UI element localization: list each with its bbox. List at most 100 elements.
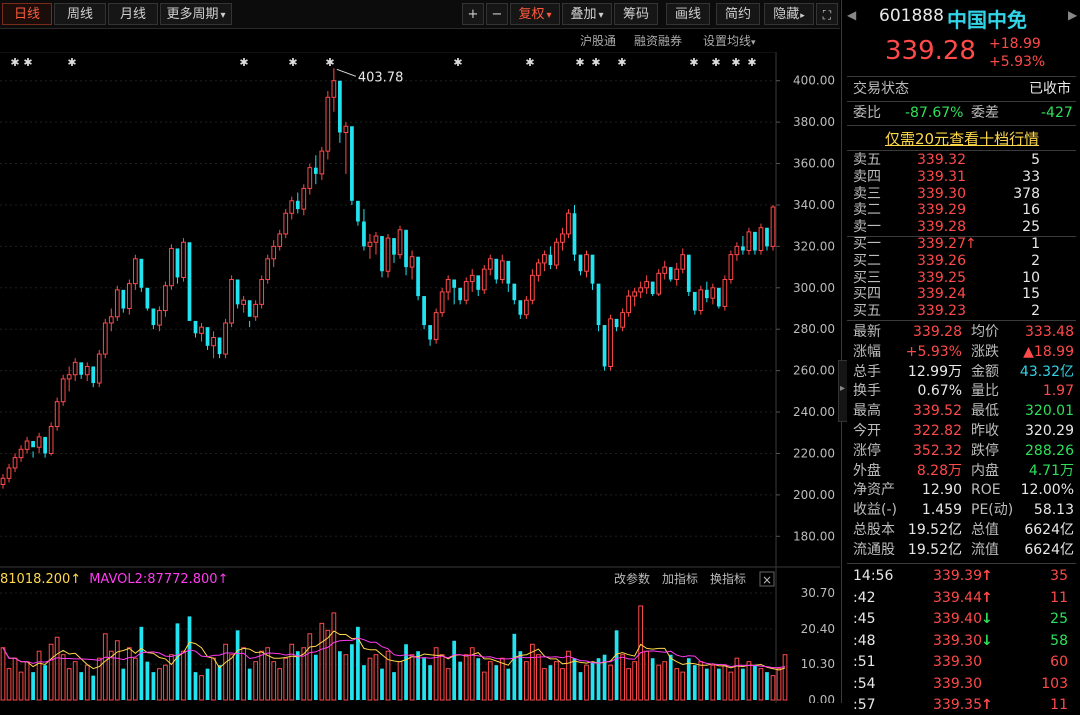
event-marker-icon[interactable]: ✱ <box>711 56 720 69</box>
tab-weekly[interactable]: 周线 <box>54 3 106 25</box>
event-marker-icon[interactable]: ✱ <box>288 56 297 69</box>
candle-body <box>499 260 505 281</box>
volume-bar <box>43 665 47 700</box>
ask-label: 卖四 <box>853 168 881 185</box>
candle-body <box>608 318 613 367</box>
event-marker-icon[interactable]: ✱ <box>591 56 600 69</box>
level10-promo-link[interactable]: 仅需20元查看十档行情 <box>885 128 1039 149</box>
candle-body <box>350 126 354 201</box>
stat-value: 6624亿 <box>1024 522 1074 538</box>
price-tick-label: 240.00 <box>793 405 835 419</box>
event-marker-icon[interactable]: ✱ <box>617 56 626 69</box>
ask-volume: 16 <box>1022 202 1040 219</box>
ask-price: 339.29 <box>917 202 966 219</box>
chips-button[interactable]: 筹码 <box>614 3 658 25</box>
kline-chart[interactable]: 400.00 380.00 360.00 340.00 320.00 300.00 280.… <box>0 52 840 703</box>
candle-body <box>596 283 601 326</box>
volume-bar <box>271 661 277 701</box>
volume-bar <box>307 633 313 701</box>
volume-bar <box>512 633 517 700</box>
event-marker-icon[interactable]: ✱ <box>689 56 698 69</box>
volume-bar <box>126 647 132 701</box>
tick-volume: 25 <box>1050 611 1068 627</box>
volume-bar <box>716 668 721 700</box>
candle-body <box>626 295 631 314</box>
event-marker-icon[interactable]: ✱ <box>23 56 32 69</box>
margin-trading-link[interactable]: 融资融券 <box>634 32 682 49</box>
volume-bar <box>710 664 716 701</box>
candle-body <box>102 322 108 355</box>
event-marker-icon[interactable]: ✱ <box>731 56 740 69</box>
adjust-button[interactable]: 复权 ▾ <box>510 3 560 25</box>
volume-bar <box>741 668 745 700</box>
volume-bar <box>746 661 752 701</box>
candle-body <box>770 206 776 247</box>
next-stock-icon[interactable]: ▶ <box>1068 8 1077 22</box>
stat-value: 6624亿 <box>1024 541 1074 558</box>
candle-body <box>463 281 469 301</box>
volume-bar <box>151 672 156 700</box>
volume-bar <box>680 671 686 701</box>
volume-bar <box>404 644 408 700</box>
candle-body <box>698 289 704 312</box>
candle-body <box>205 327 210 346</box>
volume-bar <box>765 672 769 700</box>
stat-row: 涨幅 +5.93% 涨跌 ▲18.99 <box>847 342 1076 362</box>
hk-connect-link[interactable]: 沪股通 <box>580 32 616 49</box>
candle-body <box>458 287 463 301</box>
tab-monthly[interactable]: 月线 <box>108 3 158 25</box>
indicator-button[interactable]: 加指标 <box>662 571 698 586</box>
candle-body <box>0 477 6 486</box>
volume-bar <box>253 661 259 701</box>
volume-bar <box>181 650 186 701</box>
volume-bar <box>157 668 162 701</box>
simple-button[interactable]: 简约 <box>716 3 760 25</box>
fullscreen-icon[interactable]: ⛶ <box>816 3 838 25</box>
volume-bar <box>662 661 668 701</box>
event-marker-icon[interactable]: ✱ <box>239 56 248 69</box>
bid-row: 买一 339.27 ↑ 1 <box>847 236 1076 253</box>
ma-settings-link[interactable]: 设置均线▾ <box>703 32 756 49</box>
volume-bar <box>626 668 631 701</box>
event-marker-icon[interactable]: ✱ <box>453 56 462 69</box>
event-marker-icon[interactable]: ✱ <box>325 56 334 69</box>
bid-label: 买四 <box>853 286 881 303</box>
prev-stock-icon[interactable]: ◀ <box>847 8 856 22</box>
bid-price: 339.24 <box>917 286 966 303</box>
volume-bar <box>452 640 457 700</box>
diff-value: -427 <box>1041 105 1073 121</box>
volume-bar <box>313 654 318 700</box>
stat-value: 339.52 <box>913 403 962 420</box>
stat-row: 最新 339.28 均价 333.48 <box>847 322 1076 342</box>
candle-body <box>572 213 577 255</box>
candle-body <box>373 235 379 243</box>
chevron-down-icon: ▾ <box>546 10 552 21</box>
bid-row: 买二 339.26 2 <box>847 253 1076 270</box>
volume-bar <box>458 661 463 700</box>
indicator-button[interactable]: 换指标 <box>710 571 746 586</box>
event-marker-icon[interactable]: ✱ <box>67 56 76 69</box>
overlay-button[interactable]: 叠加 ▾ <box>562 3 612 25</box>
period-toolbar: 日线 周线 月线 更多周期 ▾ + − 复权 ▾ 叠加 ▾ 筹码 画线 简约 隐藏▸ … <box>0 0 840 29</box>
price-change: +18.99 <box>989 36 1041 52</box>
volume-bar <box>439 654 445 701</box>
zoom-in-button[interactable]: + <box>462 3 484 25</box>
indicator-button[interactable]: 改参数 <box>614 571 650 586</box>
event-marker-icon[interactable]: ✱ <box>575 56 584 69</box>
tab-daily[interactable]: 日线 <box>2 3 52 25</box>
candle-body <box>108 316 114 324</box>
volume-bar <box>84 664 90 701</box>
draw-line-button[interactable]: 画线 <box>666 3 710 25</box>
divider <box>847 150 1076 151</box>
stat-label: 涨停 <box>853 442 881 459</box>
event-marker-icon[interactable]: ✱ <box>525 56 534 69</box>
event-marker-icon[interactable]: ✱ <box>10 56 19 69</box>
zoom-out-button[interactable]: − <box>486 3 508 25</box>
stat-value: 12.90 <box>921 482 962 499</box>
volume-bar <box>481 671 487 701</box>
candle-body <box>680 254 686 270</box>
tab-more-periods[interactable]: 更多周期 ▾ <box>160 3 232 25</box>
event-marker-icon[interactable]: ✱ <box>747 56 756 69</box>
hide-button[interactable]: 隐藏▸ <box>764 3 814 25</box>
volume-bar <box>229 654 234 701</box>
